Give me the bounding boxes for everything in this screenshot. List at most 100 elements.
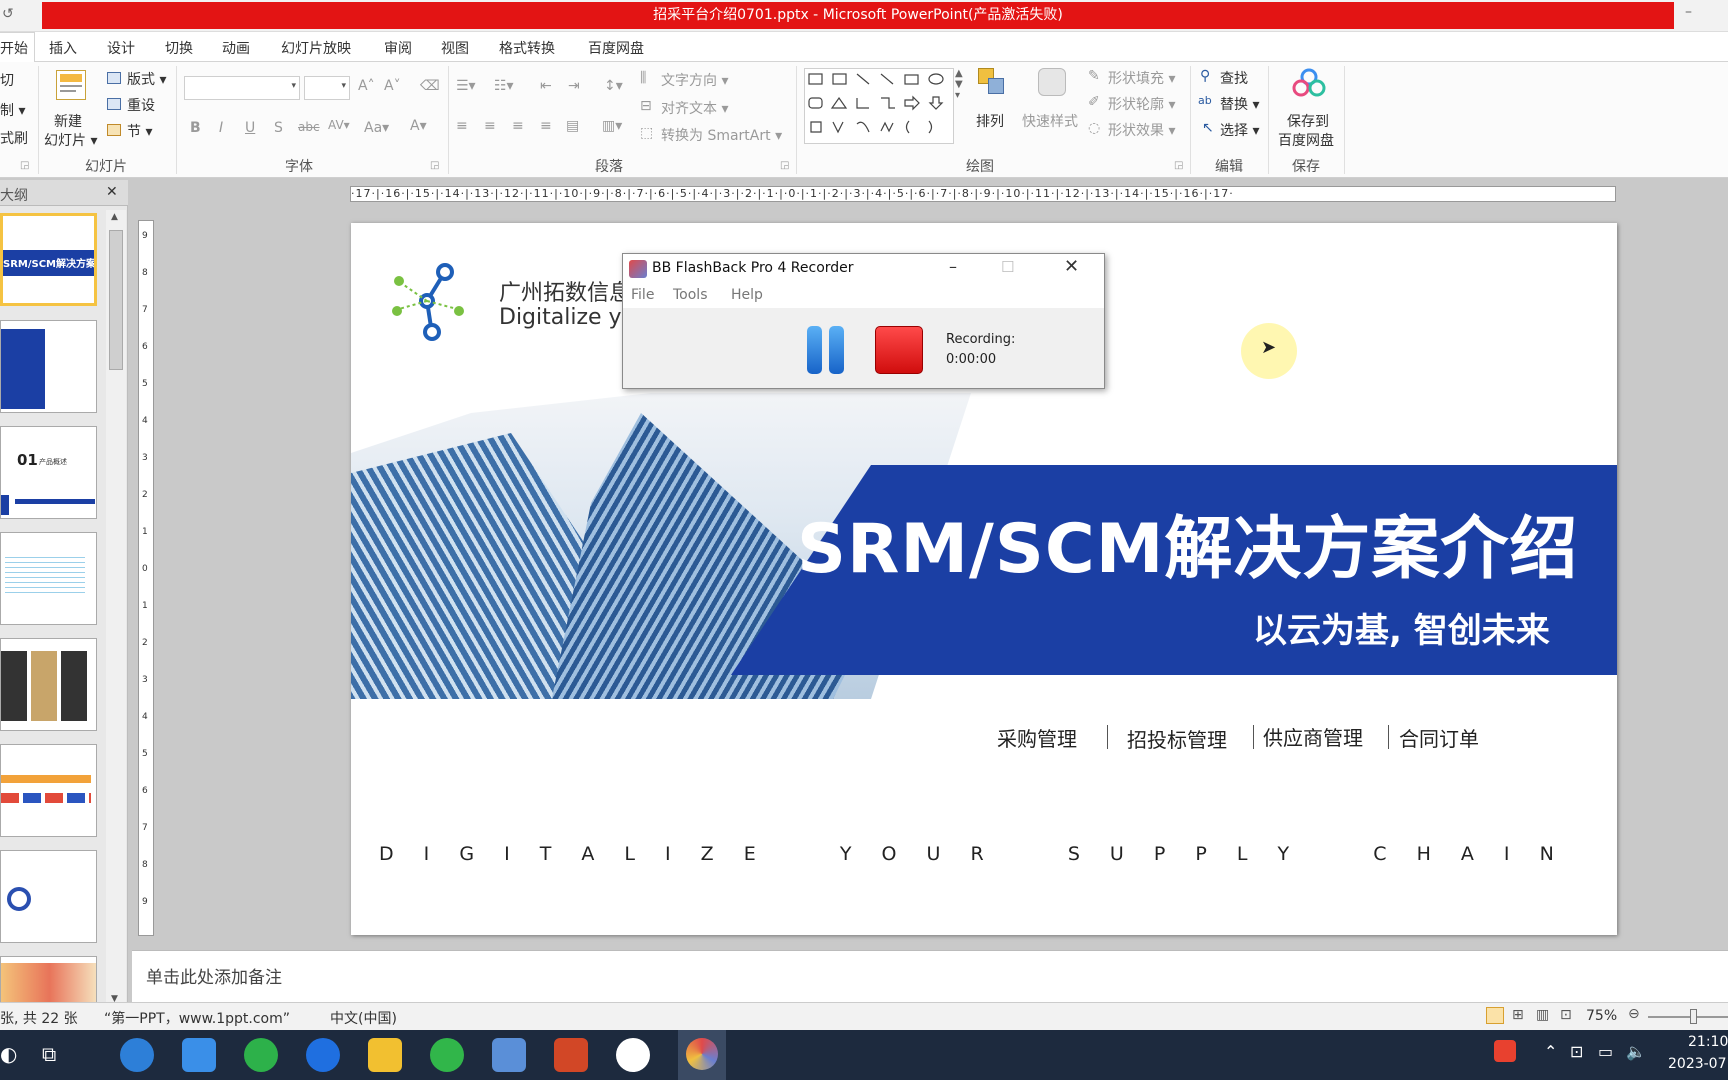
slide-sorter-icon[interactable]: ⊞	[1512, 1007, 1524, 1023]
powerpoint-icon[interactable]	[554, 1038, 588, 1072]
format-painter-button[interactable]: 式刷	[0, 128, 28, 148]
italic-icon[interactable]: I	[219, 120, 223, 136]
slide-thumbnail-2[interactable]	[0, 320, 97, 413]
shape-outline-button[interactable]: 形状轮廓 ▾	[1108, 94, 1175, 114]
notes-pane[interactable]: 单击此处添加备注	[132, 950, 1728, 1002]
drawing-launcher-icon[interactable]: ◲	[1174, 160, 1183, 171]
tab-baidu-netdisk[interactable]: 百度网盘	[588, 38, 644, 58]
font-size-combo[interactable]: ▾	[304, 76, 350, 100]
arrange-button[interactable]: 排列	[976, 111, 1004, 131]
tab-home[interactable]: 开始	[0, 32, 35, 63]
clock-time[interactable]: 21:10	[1688, 1034, 1728, 1050]
tab-slideshow[interactable]: 幻灯片放映	[281, 38, 351, 58]
clipboard-launcher-icon[interactable]: ◲	[20, 160, 29, 171]
line-spacing-icon[interactable]: ↕▾	[604, 78, 623, 94]
recorder-menu-tools[interactable]: Tools	[673, 287, 708, 303]
slide-subtitle[interactable]: 以云为基, 智创未来	[1253, 603, 1550, 652]
slide-thumbnail-7[interactable]	[0, 850, 97, 943]
task-view-icon[interactable]: ⧉	[42, 1042, 56, 1066]
reset-icon[interactable]	[107, 98, 121, 110]
font-color-icon[interactable]: A▾	[410, 118, 427, 134]
recorder-maximize-icon[interactable]: ☐	[1001, 258, 1014, 276]
pause-button[interactable]	[805, 326, 847, 374]
slide-thumbnail-1[interactable]: SRM/SCM解决方案介绍	[0, 213, 97, 306]
clear-format-icon[interactable]: ⌫	[420, 78, 440, 94]
stop-button[interactable]	[875, 326, 923, 374]
recorder-window[interactable]: BB FlashBack Pro 4 Recorder – ☐ ✕ File T…	[622, 253, 1105, 389]
new-slide-label-2[interactable]: 幻灯片 ▾	[44, 130, 97, 150]
recorder-menu-help[interactable]: Help	[731, 287, 763, 303]
slide-thumbnail-3[interactable]: 01 产品概述	[0, 426, 97, 519]
tab-review[interactable]: 审阅	[384, 38, 412, 58]
start-icon[interactable]: ◐	[0, 1042, 17, 1066]
sogou-ime-icon[interactable]	[1494, 1040, 1516, 1062]
cut-button[interactable]: 切	[0, 70, 14, 90]
notes-placeholder[interactable]: 单击此处添加备注	[146, 963, 282, 988]
strikethrough-icon[interactable]: abc	[298, 120, 320, 134]
undo-icon[interactable]: ↺	[2, 6, 14, 22]
taskbar-active-item[interactable]	[678, 1030, 726, 1080]
section-icon[interactable]	[107, 124, 121, 136]
convert-smartart-button[interactable]: 转换为 SmartArt ▾	[661, 125, 782, 145]
shrink-font-icon[interactable]: A˅	[384, 78, 401, 94]
tab-insert[interactable]: 插入	[49, 38, 77, 58]
layout-button[interactable]: 版式 ▾	[127, 69, 166, 89]
align-left-icon[interactable]: ≡	[456, 118, 468, 134]
theme-name[interactable]: “第一PPT，www.1ppt.com”	[104, 1008, 290, 1028]
distribute-icon[interactable]: ▤	[566, 118, 579, 134]
ie-browser-icon[interactable]	[430, 1038, 464, 1072]
text-direction-button[interactable]: 文字方向 ▾	[661, 70, 728, 90]
recorder-titlebar[interactable]: BB FlashBack Pro 4 Recorder – ☐ ✕	[623, 254, 1104, 284]
tab-animations[interactable]: 动画	[222, 38, 250, 58]
zoom-out-icon[interactable]: ⊖	[1628, 1006, 1640, 1022]
normal-view-icon[interactable]	[1486, 1007, 1504, 1024]
section-button[interactable]: 节 ▾	[127, 121, 152, 141]
gallery-scroll-icon[interactable]: ▲ ▼ ▾	[955, 68, 963, 101]
replace-button[interactable]: 替换 ▾	[1220, 94, 1259, 114]
shape-effects-icon[interactable]: ◌	[1088, 120, 1100, 136]
smartart-icon[interactable]: ⬚	[640, 125, 653, 141]
save-to-netdisk-label-2[interactable]: 百度网盘	[1278, 130, 1334, 150]
kingsoft-icon[interactable]	[306, 1038, 340, 1072]
select-button[interactable]: 选择 ▾	[1220, 120, 1259, 140]
char-spacing-icon[interactable]: AV▾	[328, 118, 350, 132]
new-slide-icon[interactable]	[56, 70, 86, 100]
meeting-app-icon[interactable]	[616, 1038, 650, 1072]
tab-transitions[interactable]: 切换	[165, 38, 193, 58]
justify-icon[interactable]: ≡	[540, 118, 552, 134]
shapes-gallery[interactable]	[804, 68, 954, 144]
panel-scrollbar[interactable]: ▲ ▼	[106, 210, 126, 1010]
paragraph-launcher-icon[interactable]: ◲	[780, 160, 789, 171]
recorder-minimize-icon[interactable]: –	[949, 257, 957, 276]
slideshow-view-icon[interactable]: ⊡	[1560, 1007, 1572, 1023]
save-to-netdisk-label-1[interactable]: 保存到	[1287, 111, 1329, 131]
change-case-icon[interactable]: Aa▾	[364, 120, 389, 136]
shape-fill-button[interactable]: 形状填充 ▾	[1108, 68, 1175, 88]
baidu-netdisk-icon[interactable]	[1292, 68, 1326, 98]
language-indicator[interactable]: 中文(中国)	[330, 1008, 397, 1028]
shape-fill-icon[interactable]: ✎	[1088, 68, 1100, 84]
slide-thumbnail-6[interactable]	[0, 744, 97, 837]
minimize-button[interactable]: –	[1685, 4, 1692, 20]
align-text-button[interactable]: 对齐文本 ▾	[661, 98, 728, 118]
tab-format-convert[interactable]: 格式转换	[499, 38, 555, 58]
feishu-icon[interactable]	[182, 1038, 216, 1072]
reset-button[interactable]: 重设	[127, 95, 155, 115]
file-explorer-icon[interactable]	[368, 1038, 402, 1072]
reading-view-icon[interactable]: ▥	[1536, 1007, 1549, 1023]
browser-icon[interactable]	[120, 1038, 154, 1072]
font-launcher-icon[interactable]: ◲	[430, 160, 439, 171]
slide-title[interactable]: SRM/SCM解决方案介绍	[797, 493, 1578, 592]
underline-icon[interactable]: U	[245, 120, 255, 136]
clock-date[interactable]: 2023-07	[1668, 1056, 1727, 1072]
recorder-menu-file[interactable]: File	[631, 287, 654, 303]
bullets-icon[interactable]: ☰▾	[456, 78, 476, 94]
recorder-close-icon[interactable]: ✕	[1064, 256, 1079, 277]
numbering-icon[interactable]: ☷▾	[494, 78, 514, 94]
increase-indent-icon[interactable]: ⇥	[568, 78, 580, 94]
zoom-slider-thumb[interactable]	[1690, 1009, 1697, 1024]
scroll-thumb[interactable]	[109, 230, 123, 370]
scroll-up-icon[interactable]: ▲	[111, 212, 118, 222]
decrease-indent-icon[interactable]: ⇤	[540, 78, 552, 94]
tab-design[interactable]: 设计	[107, 38, 135, 58]
